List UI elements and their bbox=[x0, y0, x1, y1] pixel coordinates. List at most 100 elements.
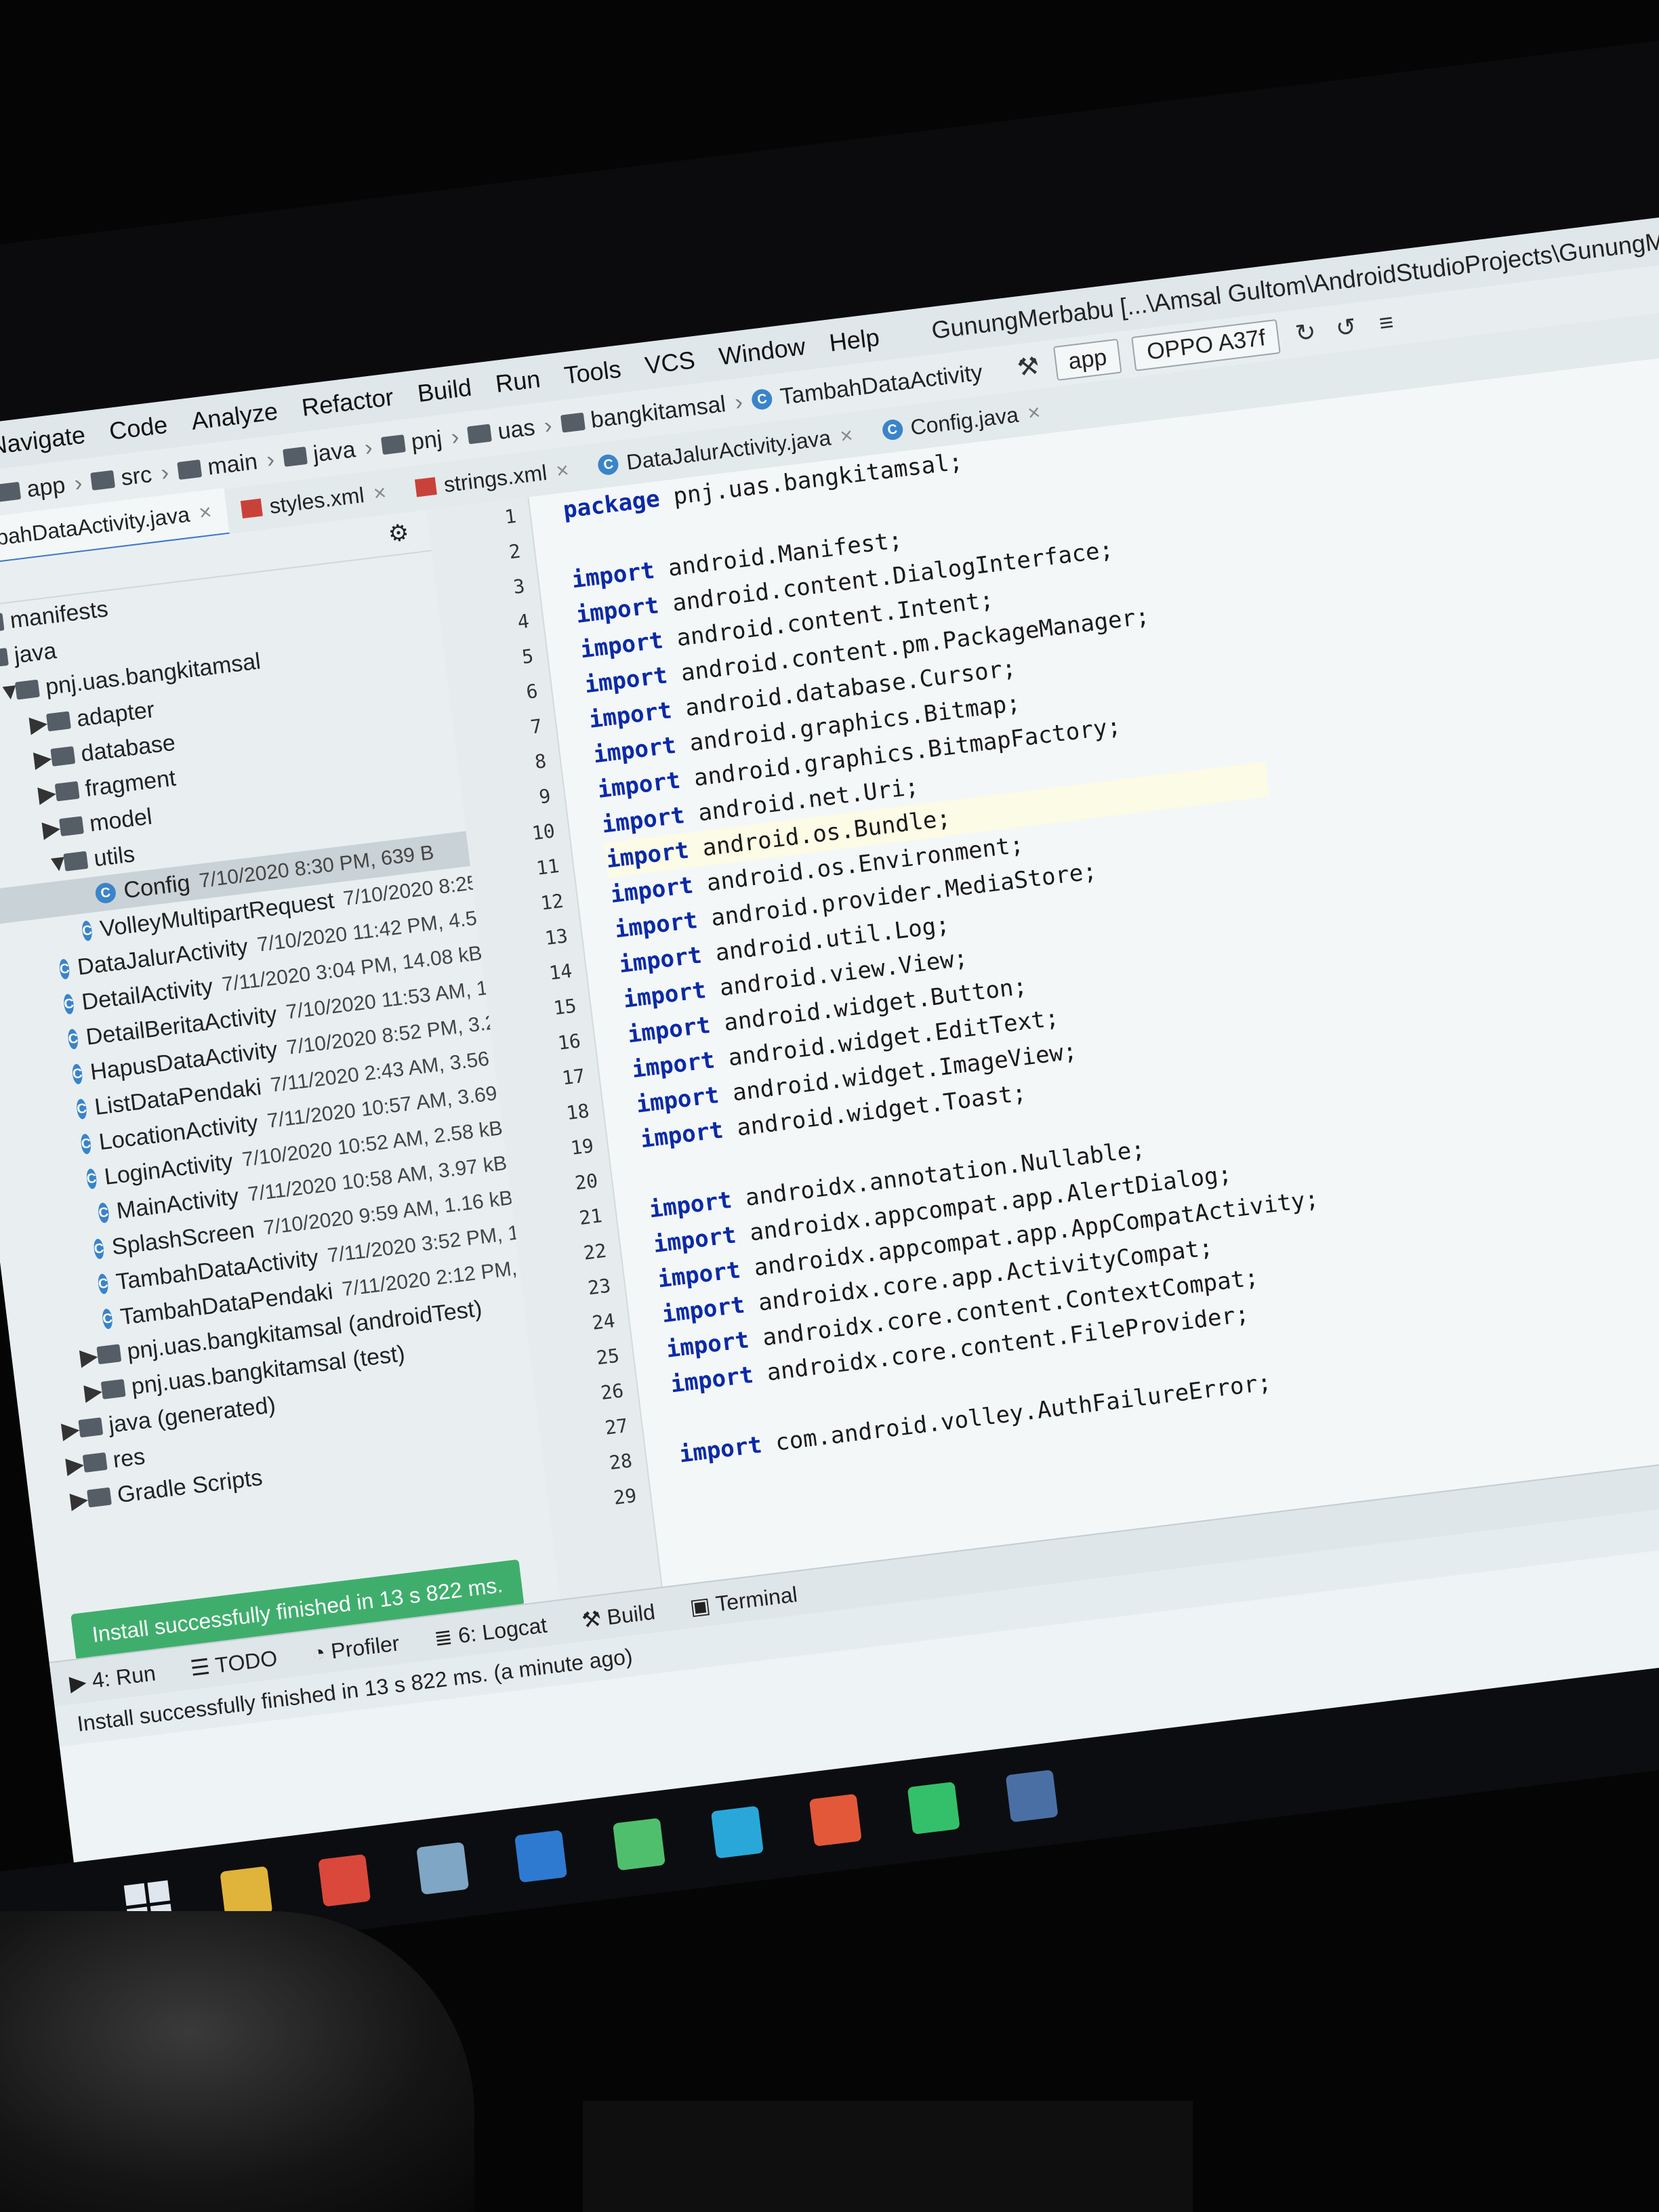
folder-icon bbox=[78, 1417, 104, 1438]
tool-todo[interactable]: ☰ TODO bbox=[189, 1645, 279, 1681]
chevron-right-icon: › bbox=[542, 412, 554, 439]
breadcrumb-item[interactable]: java bbox=[282, 436, 357, 472]
keyword: import bbox=[621, 977, 708, 1014]
tab-label: strings.xml bbox=[442, 459, 548, 497]
rerun-icon[interactable]: ↻ bbox=[1290, 317, 1321, 348]
gear-icon[interactable]: ⚙ bbox=[387, 518, 411, 548]
breadcrumb-item[interactable]: pnj bbox=[380, 426, 443, 459]
tool-label: 6: Logcat bbox=[457, 1612, 549, 1648]
expand-right-icon[interactable]: ▶ bbox=[28, 710, 49, 739]
java-class-icon: C bbox=[80, 1133, 93, 1155]
java-class-icon: C bbox=[881, 418, 904, 441]
breadcrumb-label: bangkitamsal bbox=[589, 390, 727, 433]
chrome-icon[interactable] bbox=[318, 1853, 371, 1907]
breadcrumb-item[interactable]: uas bbox=[467, 414, 537, 449]
list-icon: ☰ bbox=[188, 1653, 217, 1681]
code-editor[interactable]: 1 2 3 4 5 6 7 8 9 10 11 12 13 14 15 16 17 18 19 20 21 22 23 24 2… bbox=[426, 349, 1659, 1599]
breadcrumb-item[interactable]: src bbox=[90, 462, 153, 495]
edge-icon[interactable] bbox=[710, 1805, 764, 1859]
tool-build[interactable]: ⚒ Build bbox=[580, 1599, 657, 1633]
expand-right-icon[interactable]: ▶ bbox=[33, 744, 54, 773]
expand-down-icon[interactable]: ▼ bbox=[45, 849, 71, 878]
menu-refactor[interactable]: Refactor bbox=[300, 383, 395, 422]
expand-right-icon[interactable]: ▶ bbox=[64, 1450, 85, 1479]
folder-icon bbox=[90, 470, 116, 491]
keyword: import bbox=[626, 1011, 712, 1049]
menu-window[interactable]: Window bbox=[718, 332, 807, 371]
tool-profiler[interactable]: ◔ Profiler bbox=[310, 1631, 401, 1666]
tool-label: Profiler bbox=[329, 1630, 401, 1663]
apply-changes-icon[interactable]: ↺ bbox=[1331, 312, 1361, 343]
java-class-icon: C bbox=[597, 453, 620, 476]
chevron-right-icon: › bbox=[265, 446, 276, 473]
play-icon: ▶ bbox=[68, 1668, 94, 1696]
menu-vcs[interactable]: VCS bbox=[643, 346, 697, 380]
java-class-icon: C bbox=[85, 1168, 98, 1190]
keyword: import bbox=[579, 626, 665, 664]
tool-label: TODO bbox=[213, 1645, 279, 1678]
folder-icon bbox=[50, 745, 76, 766]
close-icon[interactable]: × bbox=[554, 457, 570, 483]
vscode-icon[interactable] bbox=[514, 1830, 568, 1883]
line-icon[interactable] bbox=[907, 1781, 960, 1835]
keyword: import bbox=[630, 1046, 716, 1084]
tree-item-label: adapter bbox=[75, 696, 156, 732]
menu-analyze[interactable]: Analyze bbox=[190, 397, 279, 436]
menu-run[interactable]: Run bbox=[494, 365, 542, 398]
close-icon[interactable]: × bbox=[838, 422, 854, 449]
keyword: import bbox=[669, 1361, 755, 1399]
expand-right-icon[interactable]: ▶ bbox=[79, 1342, 100, 1371]
keyword: import bbox=[634, 1081, 721, 1119]
chevron-right-icon: › bbox=[733, 388, 745, 415]
keyword: import bbox=[651, 1221, 738, 1258]
chevron-right-icon: › bbox=[449, 423, 461, 450]
xampp-icon[interactable] bbox=[808, 1793, 862, 1847]
tool-4-run[interactable]: ▶ 4: Run bbox=[68, 1660, 157, 1696]
keyword: import bbox=[638, 1116, 725, 1154]
android-studio-icon[interactable] bbox=[612, 1818, 666, 1871]
menu-code[interactable]: Code bbox=[108, 411, 169, 446]
menu-tools[interactable]: Tools bbox=[562, 355, 623, 390]
java-class-icon: C bbox=[81, 920, 94, 942]
breadcrumb-label: pnj bbox=[409, 425, 444, 455]
close-icon[interactable]: × bbox=[197, 499, 213, 526]
breadcrumb-item[interactable]: app bbox=[0, 472, 66, 506]
menu-navigate[interactable]: Navigate bbox=[0, 421, 87, 461]
expand-right-icon[interactable]: ▶ bbox=[68, 1486, 89, 1515]
keyword: import bbox=[583, 661, 670, 699]
folder-icon bbox=[380, 434, 406, 455]
menu-help[interactable]: Help bbox=[827, 323, 881, 358]
keyword: import bbox=[587, 697, 674, 734]
expand-right-icon[interactable]: ▶ bbox=[60, 1416, 81, 1445]
keyword: import bbox=[613, 906, 699, 944]
list-icon[interactable]: ≡ bbox=[1371, 308, 1401, 338]
tree-item-label: model bbox=[87, 803, 154, 837]
close-icon[interactable]: × bbox=[372, 480, 388, 506]
tree-item-label: res bbox=[111, 1443, 147, 1473]
keyword: import bbox=[609, 872, 695, 909]
expand-right-icon[interactable]: ▶ bbox=[41, 814, 62, 843]
folder-icon bbox=[560, 412, 586, 433]
hammer-icon: ⚒ bbox=[580, 1605, 609, 1633]
app-window-icon[interactable] bbox=[1005, 1769, 1059, 1823]
terminal-icon: ▣ bbox=[688, 1591, 718, 1620]
code-area[interactable]: package pnj.uas.bangkitamsal; import andr… bbox=[561, 412, 1347, 1508]
tool-terminal[interactable]: ▣ Terminal bbox=[689, 1581, 799, 1620]
run-config-select[interactable]: app bbox=[1052, 338, 1122, 381]
expand-right-icon[interactable]: ▶ bbox=[37, 779, 58, 808]
breadcrumb-item[interactable]: main bbox=[176, 448, 259, 484]
close-icon[interactable]: × bbox=[1026, 399, 1042, 426]
java-class-icon: C bbox=[71, 1063, 84, 1085]
expand-right-icon[interactable]: ▶ bbox=[83, 1377, 104, 1406]
folder-icon bbox=[14, 679, 40, 700]
hammer-icon[interactable]: ⚒ bbox=[1013, 351, 1044, 382]
menu-build[interactable]: Build bbox=[416, 373, 474, 408]
steam-icon[interactable] bbox=[416, 1841, 470, 1895]
tool-6-logcat[interactable]: ≣ 6: Logcat bbox=[432, 1612, 548, 1652]
tree-item-label: Config bbox=[122, 869, 192, 903]
keyword: import bbox=[596, 766, 682, 804]
tab-label: styles.xml bbox=[268, 482, 366, 518]
folder-icon bbox=[59, 816, 84, 837]
folder-icon bbox=[100, 1378, 126, 1399]
